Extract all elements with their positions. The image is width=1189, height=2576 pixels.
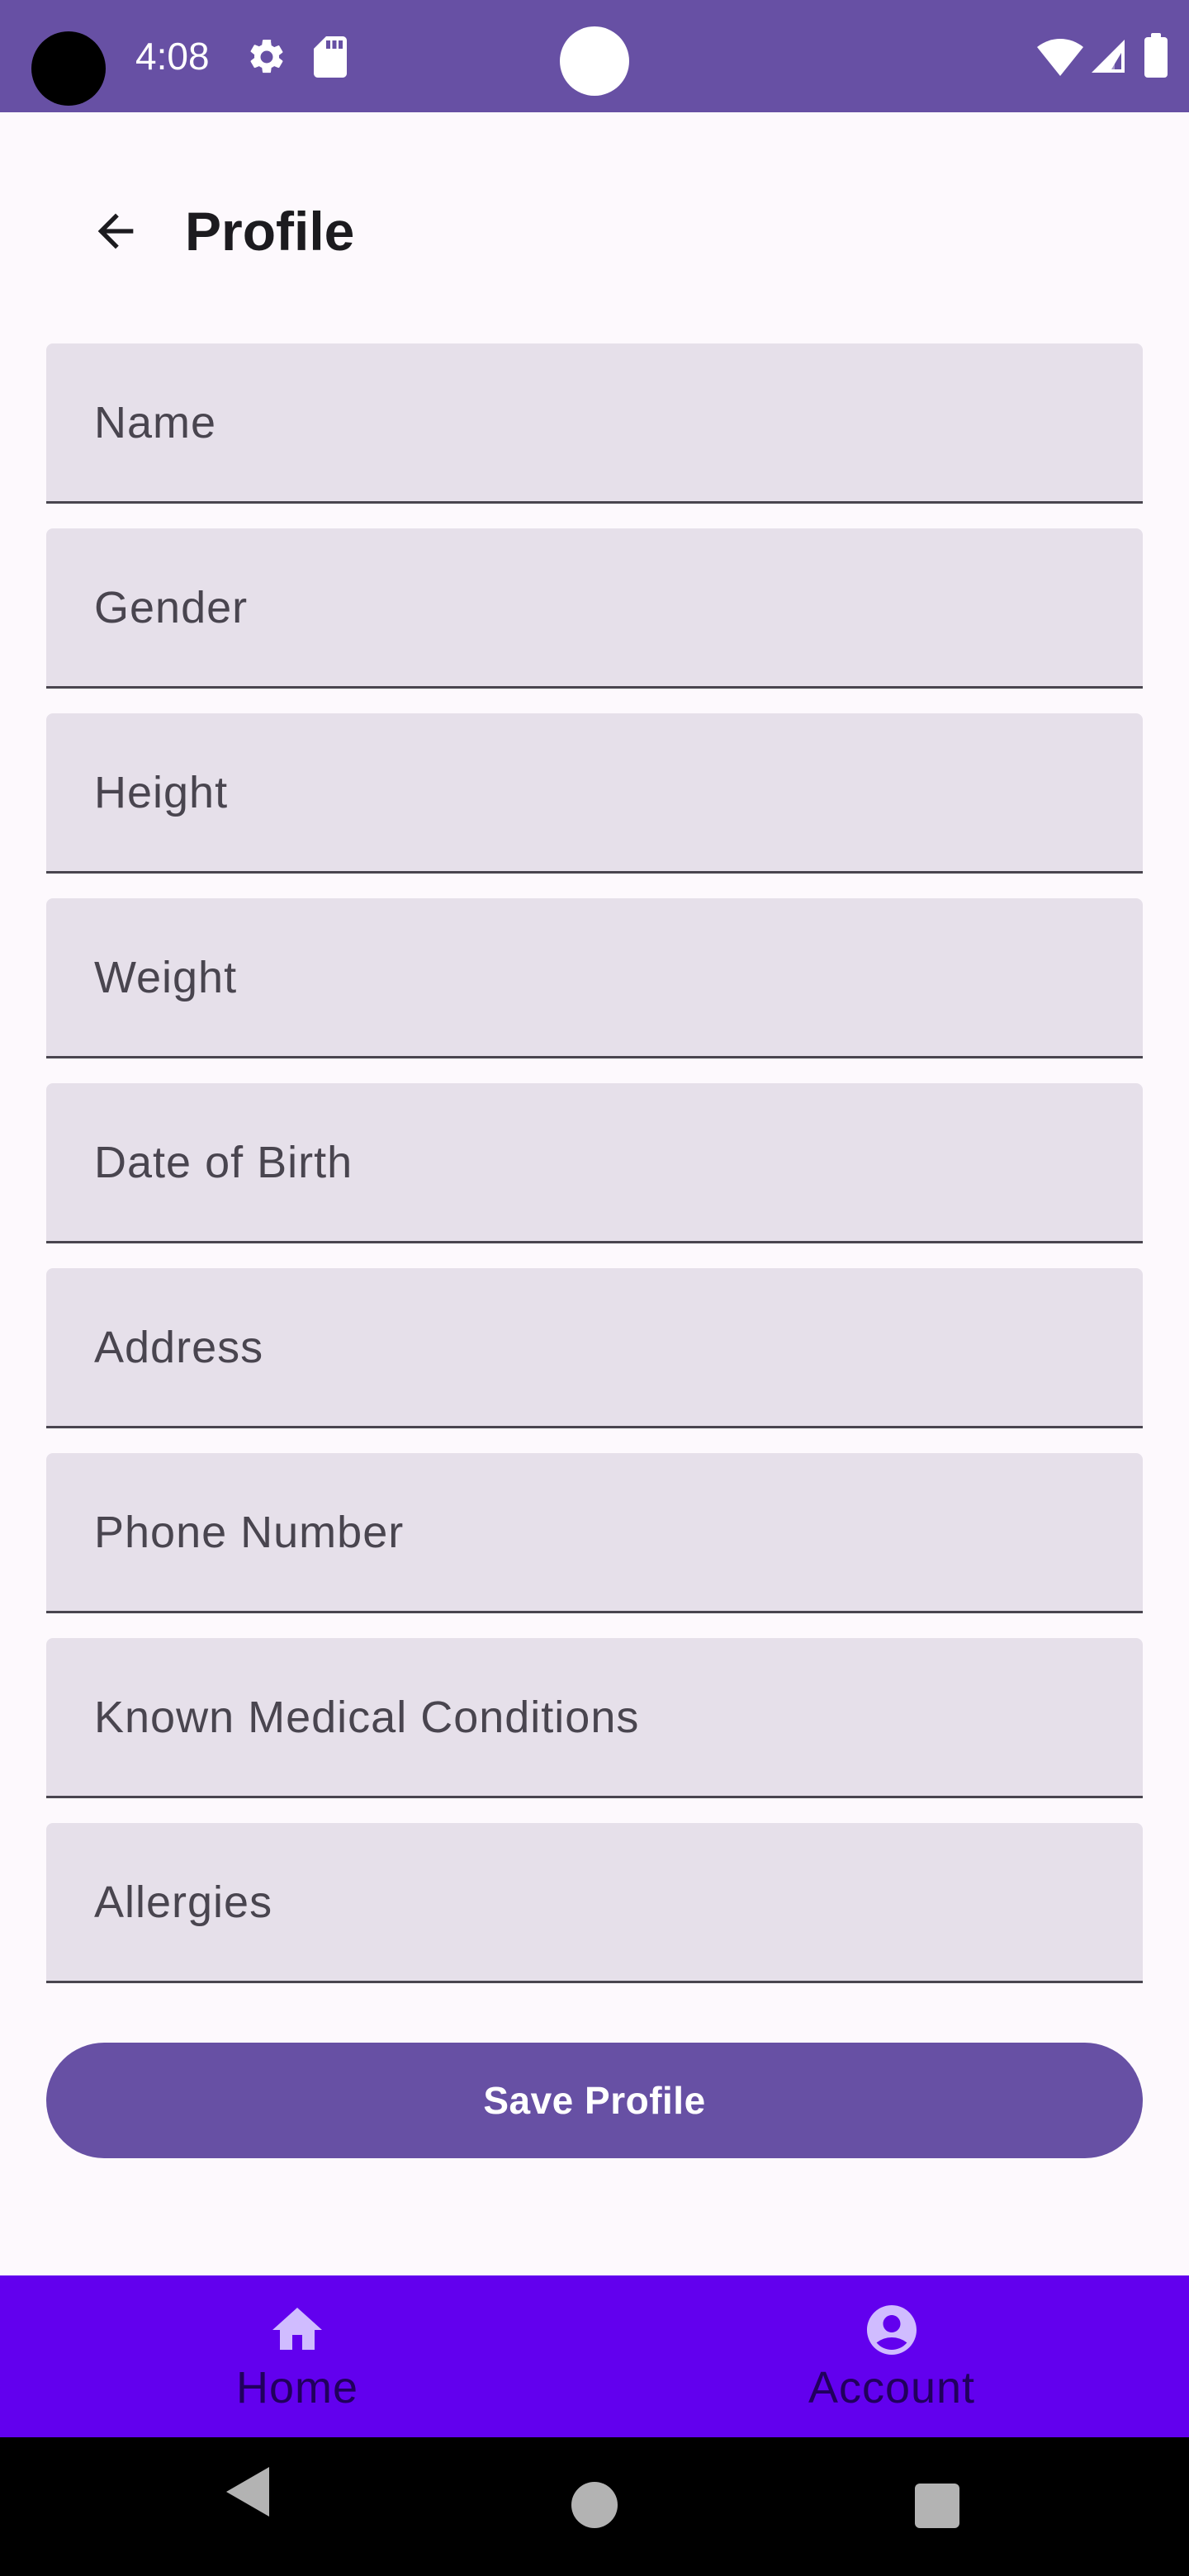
home-icon — [272, 2308, 322, 2350]
medical-conditions-field-label: Known Medical Conditions — [94, 1692, 640, 1742]
gender-field-label: Gender — [94, 582, 249, 632]
system-recents-icon[interactable] — [915, 2484, 959, 2528]
sd-card-icon — [314, 36, 347, 78]
status-indicator-dot — [560, 26, 629, 96]
status-bar: 4:08 — [0, 0, 1189, 112]
nav-label-account: Account — [808, 2363, 976, 2413]
status-time: 4:08 — [135, 35, 210, 78]
medical-conditions-field[interactable]: Known Medical Conditions — [46, 1638, 1143, 1798]
allergies-field[interactable]: Allergies — [46, 1823, 1143, 1983]
gear-icon — [250, 40, 283, 73]
nav-item-home[interactable]: Home — [0, 2275, 594, 2437]
allergies-field-label: Allergies — [94, 1877, 273, 1927]
date-of-birth-field[interactable]: Date of Birth — [46, 1083, 1143, 1243]
arrow-back-icon — [97, 213, 134, 249]
address-field[interactable]: Address — [46, 1268, 1143, 1428]
nav-item-account[interactable]: Account — [594, 2275, 1189, 2437]
address-field-label: Address — [94, 1322, 264, 1372]
date-of-birth-field-label: Date of Birth — [94, 1137, 353, 1187]
bottom-navigation: Home Account — [0, 2275, 1189, 2437]
height-field-label: Height — [94, 767, 229, 817]
save-profile-button[interactable]: Save Profile — [46, 2043, 1143, 2158]
nav-label-home: Home — [235, 2363, 359, 2413]
weight-field-label: Weight — [94, 952, 238, 1002]
battery-icon — [1144, 33, 1168, 78]
system-home-icon[interactable] — [571, 2482, 618, 2528]
gender-field[interactable]: Gender — [46, 528, 1143, 689]
height-field[interactable]: Height — [46, 713, 1143, 874]
weight-field[interactable]: Weight — [46, 898, 1143, 1058]
top-app-bar: Profile — [0, 112, 1189, 343]
page-title: Profile — [185, 201, 355, 262]
back-button[interactable] — [79, 195, 152, 268]
phone-number-field[interactable]: Phone Number — [46, 1453, 1143, 1613]
save-profile-label: Save Profile — [483, 2079, 706, 2122]
profile-form: Name Gender Height Weight Date of Birth … — [46, 343, 1143, 2008]
phone-number-field-label: Phone Number — [94, 1507, 405, 1557]
name-field-label: Name — [94, 397, 217, 447]
camera-cutout — [31, 31, 106, 106]
account-circle-icon — [867, 2305, 917, 2355]
wifi-icon — [1037, 39, 1083, 76]
cell-signal-icon — [1092, 40, 1125, 73]
name-field[interactable]: Name — [46, 343, 1143, 504]
system-back-icon[interactable] — [223, 2459, 274, 2525]
